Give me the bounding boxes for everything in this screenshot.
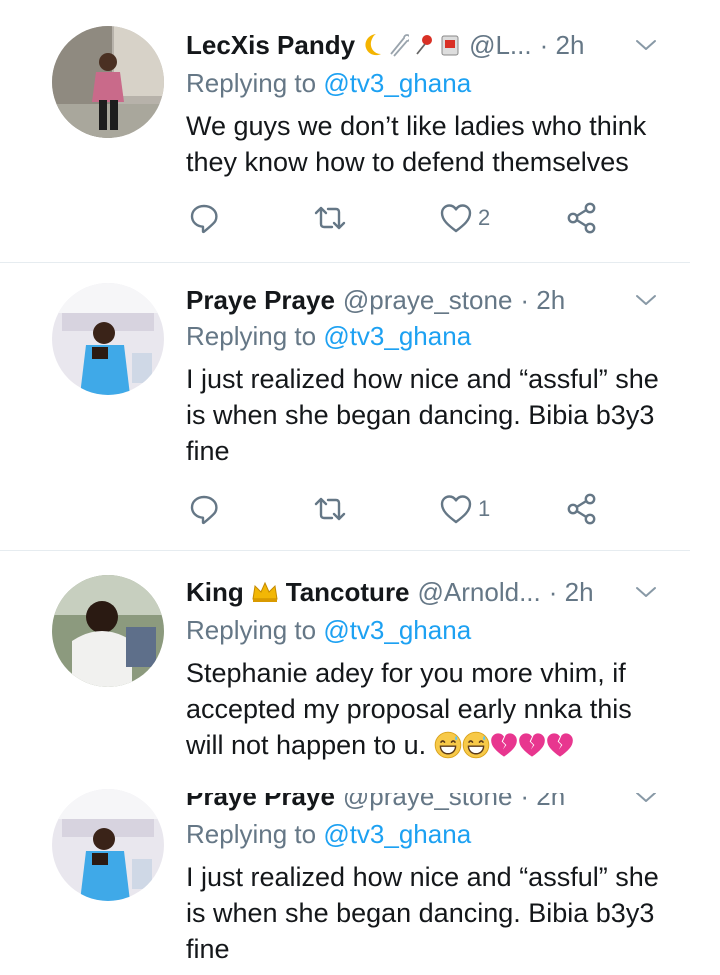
retweet-button[interactable]	[312, 491, 348, 527]
like-button[interactable]: 2	[438, 200, 490, 236]
broken-heart-icon	[518, 731, 546, 759]
timestamp[interactable]: · 2h	[520, 793, 565, 813]
mention-link[interactable]: @tv3_ghana	[323, 321, 471, 351]
timestamp[interactable]: · 2h	[540, 28, 585, 62]
handle[interactable]: @Arnold...	[418, 575, 541, 609]
replying-to-label: Replying to	[186, 321, 317, 351]
timestamp[interactable]: · 2h	[549, 575, 594, 609]
tweet-3[interactable]: King Tancoture @Arnold... · 2h Replying …	[0, 551, 720, 775]
display-name-2[interactable]: Tancoture	[286, 575, 410, 609]
replying-to: Replying to @tv3_ghana	[186, 66, 471, 100]
crown-icon	[252, 581, 278, 602]
grinning-sweat-icon	[462, 731, 490, 759]
tweet-4[interactable]: Praye Praye @praye_stone · 2h Replying t…	[0, 775, 720, 975]
crescent-moon-icon	[365, 34, 382, 56]
avatar[interactable]	[52, 26, 164, 138]
chevron-down-icon[interactable]	[634, 580, 658, 604]
like-count: 1	[478, 496, 491, 521]
name-emojis	[361, 32, 461, 58]
share-icon	[564, 200, 600, 236]
replying-to-label: Replying to	[186, 68, 317, 98]
reply-icon	[186, 491, 222, 527]
avatar[interactable]	[52, 283, 164, 395]
tweet-text: I just realized how nice and “assful” sh…	[186, 862, 659, 964]
heart-icon	[438, 491, 474, 527]
timestamp[interactable]: · 2h	[520, 283, 565, 317]
chevron-down-icon[interactable]	[634, 288, 658, 312]
tweet-text: Stephanie adey for you more vhim, if acc…	[186, 655, 666, 768]
replying-to: Replying to @tv3_ghana	[186, 817, 471, 851]
replying-to: Replying to @tv3_ghana	[186, 319, 471, 353]
retweet-icon	[312, 491, 348, 527]
handle[interactable]: @L...	[469, 28, 532, 62]
display-name[interactable]: King	[186, 575, 244, 609]
handle[interactable]: @praye_stone	[343, 283, 513, 317]
chevron-down-icon[interactable]	[634, 785, 658, 809]
retweet-button[interactable]	[312, 200, 348, 236]
action-bar: 2	[186, 200, 626, 236]
mention-link[interactable]: @tv3_ghana	[323, 819, 471, 849]
reply-button[interactable]	[186, 491, 222, 527]
slot-machine-icon	[441, 35, 459, 56]
replying-to: Replying to @tv3_ghana	[186, 613, 471, 647]
share-button[interactable]	[564, 200, 600, 236]
replying-to-label: Replying to	[186, 615, 317, 645]
like-count: 2	[478, 205, 491, 230]
tweet-1[interactable]: LecXis Pandy @L... · 2h Replying to @tv3…	[0, 0, 720, 260]
grinning-sweat-icon	[434, 731, 462, 759]
safety-pin-icon	[390, 34, 410, 57]
broken-heart-icon	[546, 731, 574, 759]
share-icon	[564, 491, 600, 527]
tweet-2[interactable]: Praye Praye @praye_stone · 2h Replying t…	[0, 263, 720, 550]
handle[interactable]: @praye_stone	[343, 793, 513, 813]
mention-link[interactable]: @tv3_ghana	[323, 68, 471, 98]
display-name[interactable]: Praye Praye	[186, 793, 335, 813]
reply-icon	[186, 200, 222, 236]
tweet-text: We guys we don’t like ladies who think t…	[186, 111, 647, 177]
mention-link[interactable]: @tv3_ghana	[323, 615, 471, 645]
retweet-icon	[312, 200, 348, 236]
heart-icon	[438, 200, 474, 236]
broken-heart-icon	[490, 731, 518, 759]
action-bar: 1	[186, 491, 626, 527]
like-button[interactable]: 1	[438, 491, 490, 527]
text-emojis	[434, 731, 574, 768]
avatar[interactable]	[52, 575, 164, 687]
replying-to-label: Replying to	[186, 819, 317, 849]
chevron-down-icon[interactable]	[634, 33, 658, 57]
avatar[interactable]	[52, 789, 164, 901]
reply-button[interactable]	[186, 200, 222, 236]
tweet-text: I just realized how nice and “assful” sh…	[186, 364, 659, 466]
display-name[interactable]: LecXis Pandy	[186, 28, 355, 62]
display-name[interactable]: Praye Praye	[186, 283, 335, 317]
share-button[interactable]	[564, 491, 600, 527]
pushpin-icon	[416, 35, 433, 55]
